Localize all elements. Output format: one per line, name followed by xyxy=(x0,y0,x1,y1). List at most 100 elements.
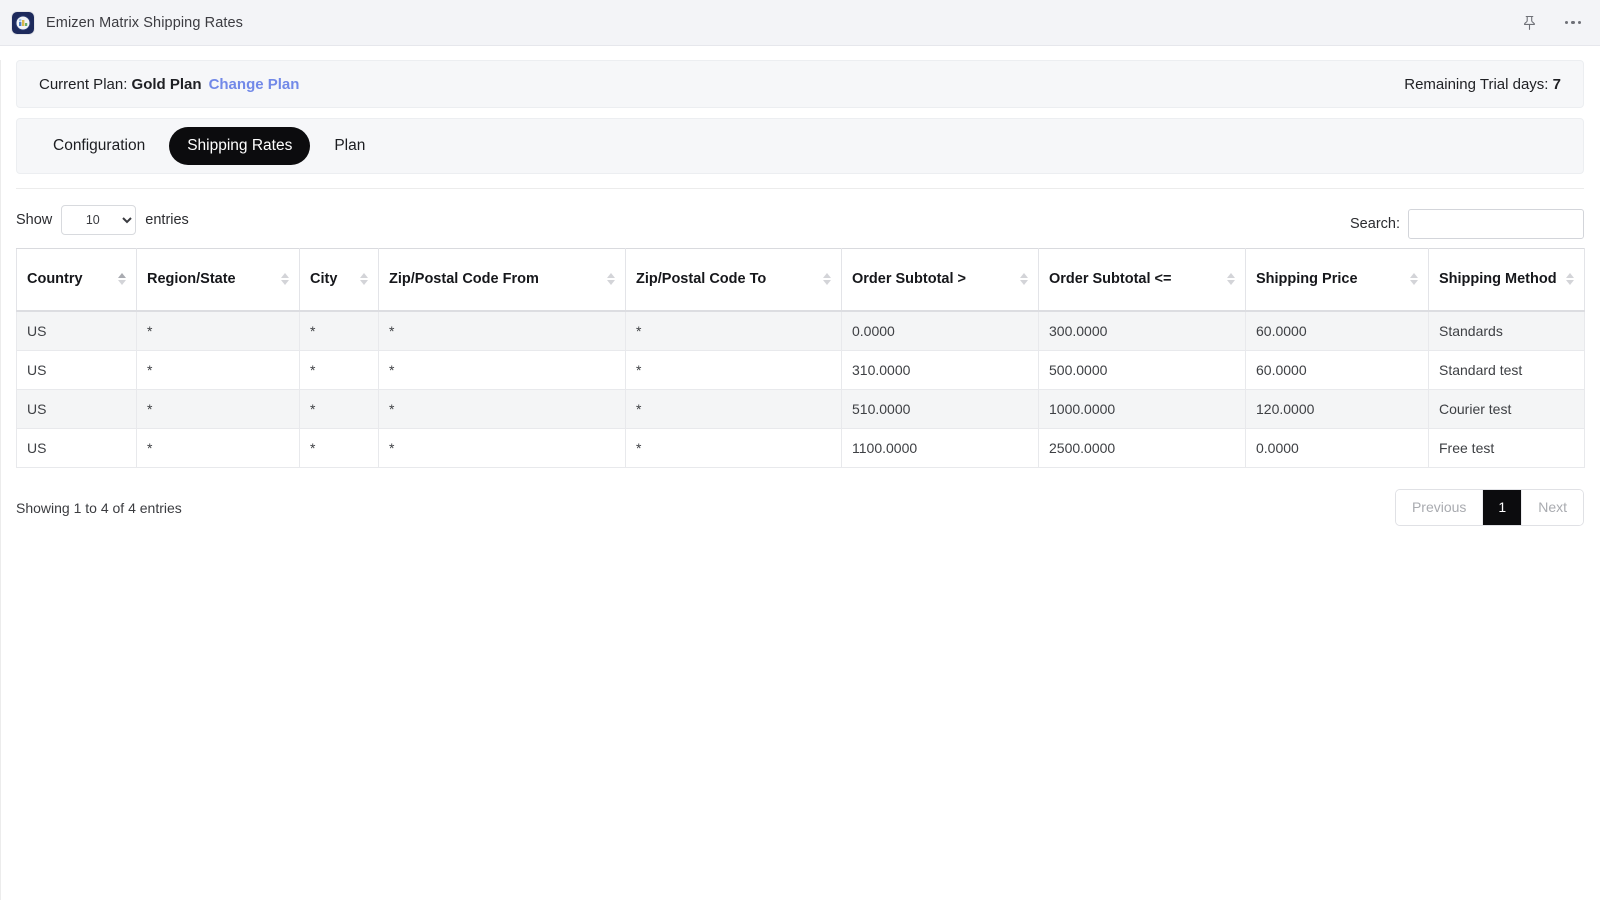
table-row[interactable]: US * * * * 0.0000 300.0000 60.0000 Standards xyxy=(16,310,1585,351)
cell-city: * xyxy=(299,349,379,390)
app-identity: Emizen Matrix Shipping Rates xyxy=(12,11,244,34)
pagination: Previous 1 Next xyxy=(1394,489,1584,526)
app-title: Emizen Matrix Shipping Rates xyxy=(46,14,244,31)
cell-subtotal-lte: 1000.0000 xyxy=(1038,388,1246,429)
cell-zip-to: * xyxy=(625,349,842,390)
cell-zip-from: * xyxy=(378,427,626,468)
app-window-actions xyxy=(1518,12,1584,34)
cell-country: US xyxy=(16,349,137,390)
cell-zip-to: * xyxy=(625,388,842,429)
current-plan-label: Current Plan: xyxy=(39,75,128,93)
search-label: Search: xyxy=(1350,216,1400,232)
table-head: Country Region/State City Zip/Postal Cod… xyxy=(16,248,1585,312)
cell-shipping-price: 60.0000 xyxy=(1245,349,1429,390)
table-body: US * * * * 0.0000 300.0000 60.0000 Standards US * *… xyxy=(16,310,1585,468)
change-plan-link[interactable]: Change Plan xyxy=(209,76,300,93)
col-header-region-state[interactable]: Region/State xyxy=(136,248,300,312)
shipping-rates-table: Country Region/State City Zip/Postal Cod… xyxy=(16,248,1585,468)
cell-subtotal-gt: 510.0000 xyxy=(841,388,1039,429)
cell-country: US xyxy=(16,310,137,351)
sort-icon-zip-from xyxy=(607,271,616,287)
col-label-country: Country xyxy=(27,271,83,288)
tab-plan[interactable]: Plan xyxy=(316,127,383,165)
show-label: Show xyxy=(16,212,53,228)
table-row[interactable]: US * * * * 510.0000 1000.0000 120.0000 Courier t… xyxy=(16,388,1585,429)
col-label-subtotal-lte: Order Subtotal <= xyxy=(1049,271,1172,288)
sort-icon-subtotal-lte xyxy=(1227,271,1236,287)
current-plan-name: Gold Plan xyxy=(131,75,202,93)
cell-city: * xyxy=(299,310,379,351)
table-row[interactable]: US * * * * 310.0000 500.0000 60.0000 Standard te… xyxy=(16,349,1585,390)
sort-icon-zip-to xyxy=(823,271,832,287)
cell-region: * xyxy=(136,388,300,429)
col-header-shipping-method[interactable]: Shipping Method xyxy=(1428,248,1585,312)
cell-shipping-method: Courier test xyxy=(1428,388,1585,429)
cell-subtotal-lte: 2500.0000 xyxy=(1038,427,1246,468)
entries-label: entries xyxy=(145,212,189,228)
cell-shipping-price: 60.0000 xyxy=(1245,310,1429,351)
cell-region: * xyxy=(136,427,300,468)
col-label-zip-from: Zip/Postal Code From xyxy=(389,271,539,288)
current-plan-bar: Current Plan: Gold Plan Change Plan Rema… xyxy=(16,60,1584,108)
more-options-icon[interactable] xyxy=(1562,12,1584,34)
col-header-subtotal-gt[interactable]: Order Subtotal > xyxy=(841,248,1039,312)
col-header-subtotal-lte[interactable]: Order Subtotal <= xyxy=(1038,248,1246,312)
sort-icon-subtotal-gt xyxy=(1020,271,1029,287)
cell-region: * xyxy=(136,349,300,390)
table-header-row: Country Region/State City Zip/Postal Cod… xyxy=(16,248,1585,312)
sort-icon-country xyxy=(118,271,127,287)
cell-subtotal-lte: 300.0000 xyxy=(1038,310,1246,351)
pin-icon[interactable] xyxy=(1518,12,1540,34)
app-title-bar: Emizen Matrix Shipping Rates xyxy=(0,0,1600,46)
col-header-city[interactable]: City xyxy=(299,248,379,312)
col-label-zip-to: Zip/Postal Code To xyxy=(636,271,767,288)
entries-per-page-select[interactable]: 102550100 xyxy=(61,205,137,235)
cell-region: * xyxy=(136,310,300,351)
cell-city: * xyxy=(299,388,379,429)
page-left-edge xyxy=(0,60,1,900)
cell-zip-from: * xyxy=(378,310,626,351)
cell-shipping-price: 120.0000 xyxy=(1245,388,1429,429)
section-divider xyxy=(16,188,1584,189)
cell-shipping-method: Standard test xyxy=(1428,349,1585,390)
cell-zip-from: * xyxy=(378,388,626,429)
remaining-trial-days: 7 xyxy=(1552,75,1561,93)
entries-length-control: Show 102550100 entries xyxy=(16,205,189,235)
more-dots xyxy=(1564,20,1582,25)
cell-subtotal-gt: 1100.0000 xyxy=(841,427,1039,468)
col-label-subtotal-gt: Order Subtotal > xyxy=(852,271,967,288)
col-header-country[interactable]: Country xyxy=(16,248,137,312)
tab-configuration[interactable]: Configuration xyxy=(35,127,163,165)
cell-zip-to: * xyxy=(625,427,842,468)
sort-icon-shipping-price xyxy=(1410,271,1419,287)
cell-zip-to: * xyxy=(625,310,842,351)
pagination-previous[interactable]: Previous xyxy=(1395,490,1484,525)
search-filter: Search: xyxy=(1350,209,1584,239)
col-label-shipping-price: Shipping Price xyxy=(1256,271,1358,288)
table-row[interactable]: US * * * * 1100.0000 2500.0000 0.0000 Free test xyxy=(16,427,1585,468)
cell-subtotal-gt: 310.0000 xyxy=(841,349,1039,390)
entries-info: Showing 1 to 4 of 4 entries xyxy=(16,499,182,516)
cell-shipping-method: Free test xyxy=(1428,427,1585,468)
cell-shipping-price: 0.0000 xyxy=(1245,427,1429,468)
cell-city: * xyxy=(299,427,379,468)
col-label-shipping-method: Shipping Method xyxy=(1439,271,1557,288)
datatable-footer: Showing 1 to 4 of 4 entries Previous 1 N… xyxy=(16,489,1584,526)
page-content: Current Plan: Gold Plan Change Plan Rema… xyxy=(0,60,1600,900)
sort-icon-region-state xyxy=(281,271,290,287)
cell-subtotal-gt: 0.0000 xyxy=(841,310,1039,351)
cell-country: US xyxy=(16,427,137,468)
col-header-zip-to[interactable]: Zip/Postal Code To xyxy=(625,248,842,312)
col-header-zip-from[interactable]: Zip/Postal Code From xyxy=(378,248,626,312)
col-header-shipping-price[interactable]: Shipping Price xyxy=(1245,248,1429,312)
search-input[interactable] xyxy=(1408,209,1584,239)
tab-shipping-rates[interactable]: Shipping Rates xyxy=(169,127,311,165)
cell-zip-from: * xyxy=(378,349,626,390)
col-label-city: City xyxy=(310,271,338,288)
datatable-controls: Show 102550100 entries Search: xyxy=(16,203,1584,239)
emizen-app-icon xyxy=(12,11,34,34)
pagination-page-1[interactable]: 1 xyxy=(1483,490,1523,525)
cell-subtotal-lte: 500.0000 xyxy=(1038,349,1246,390)
remaining-trial: Remaining Trial days: 7 xyxy=(1404,76,1561,93)
pagination-next[interactable]: Next xyxy=(1522,490,1583,525)
